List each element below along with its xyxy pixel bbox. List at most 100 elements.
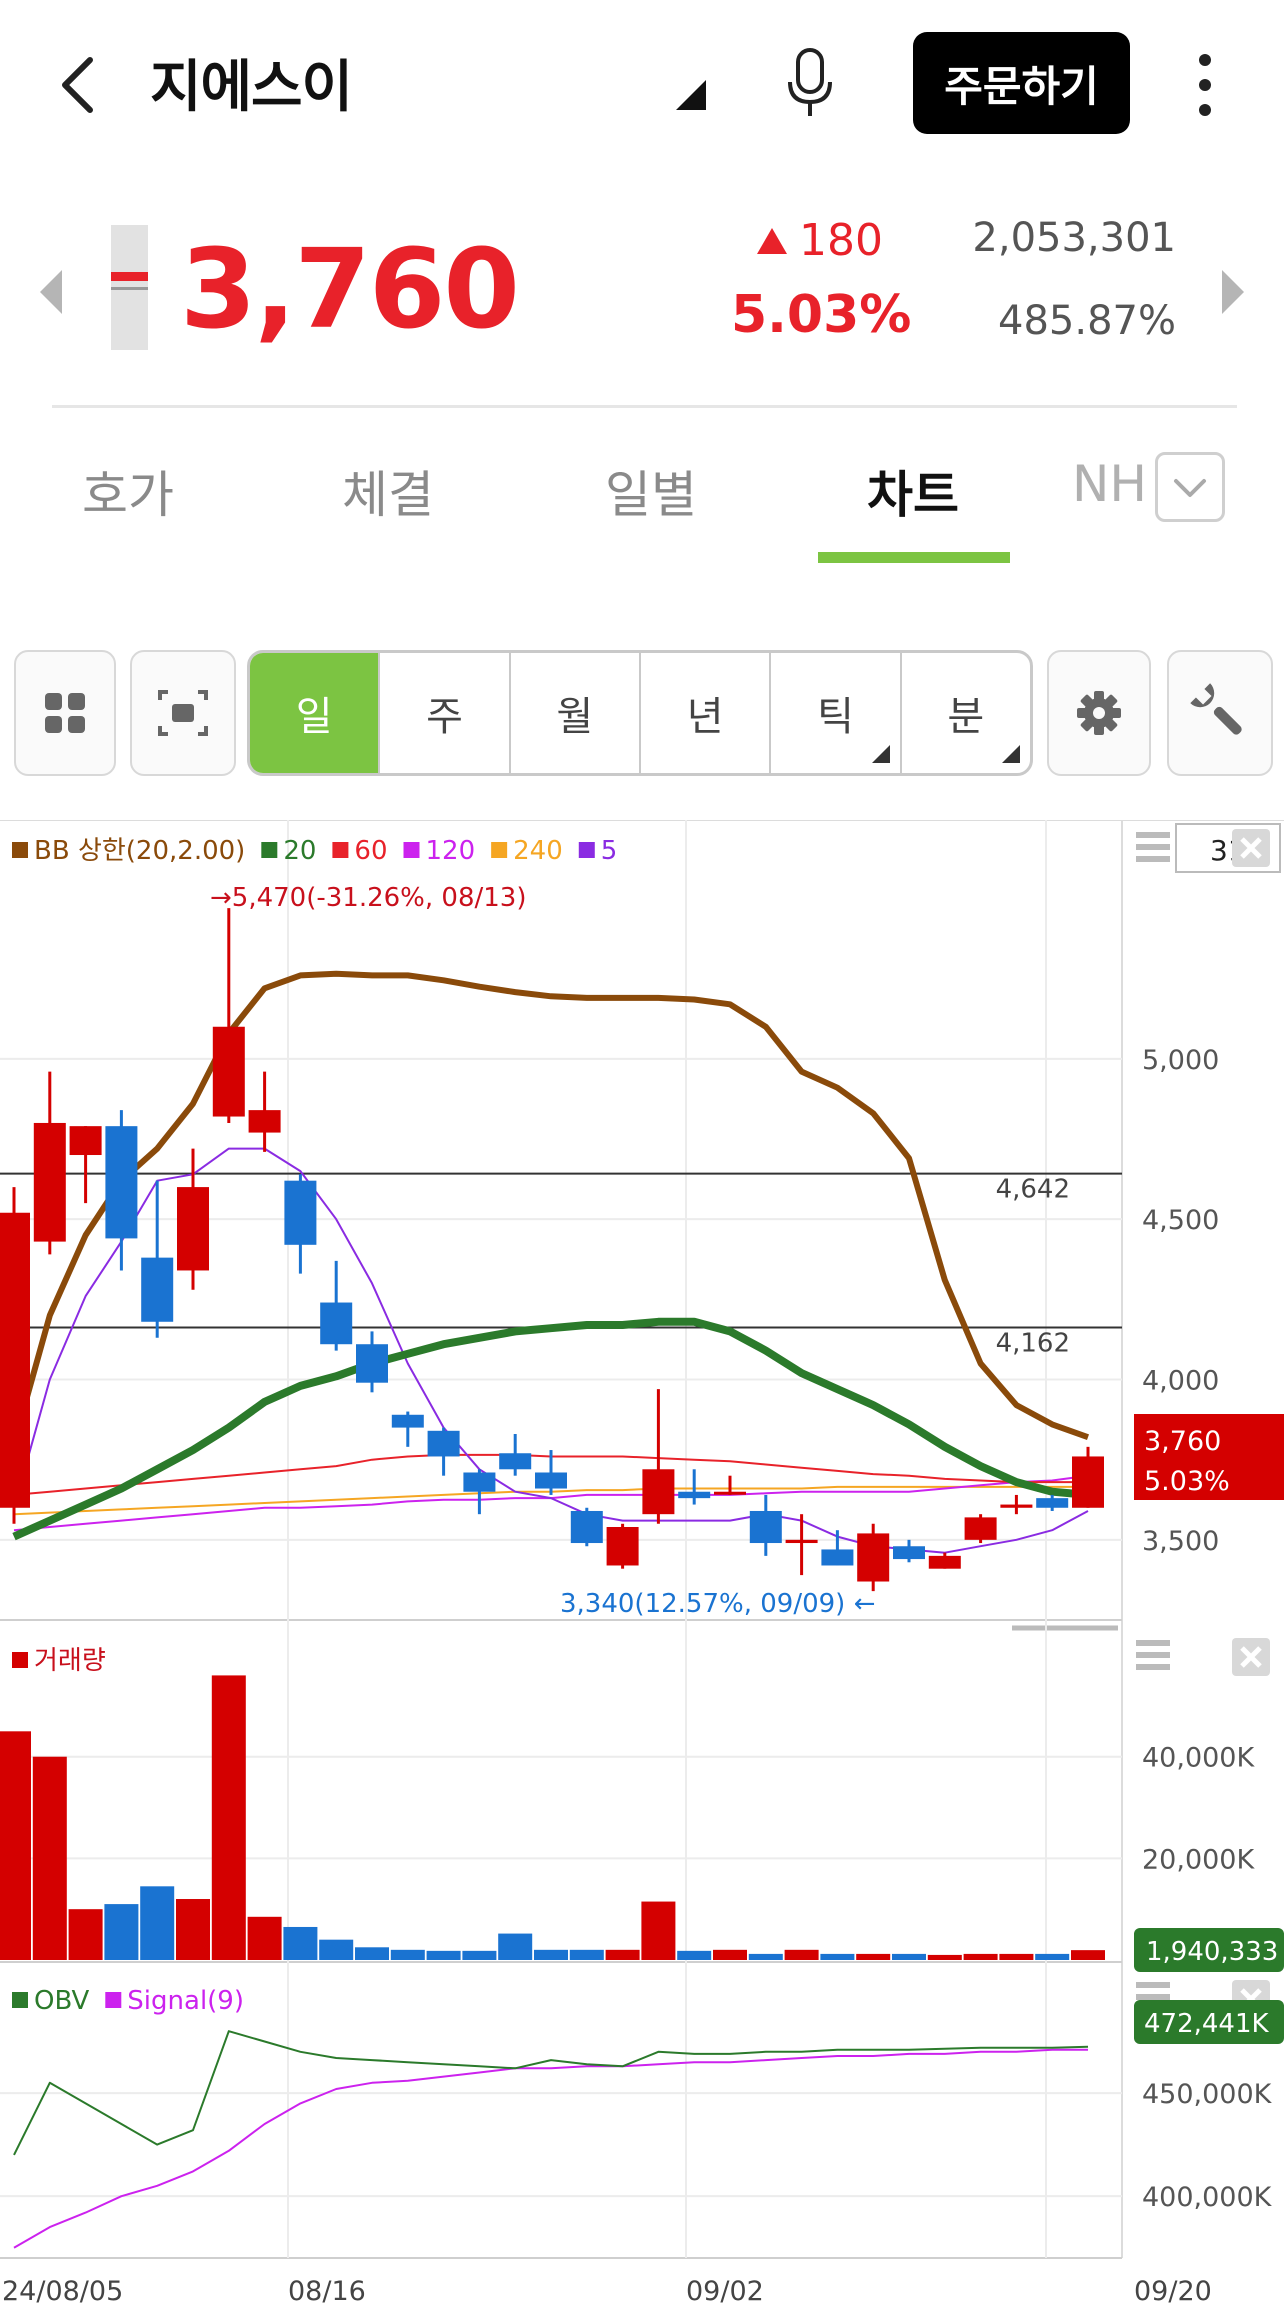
candle-body[interactable] xyxy=(678,1491,711,1499)
volume-bar[interactable] xyxy=(247,1916,282,1960)
panel-menu-icon[interactable] xyxy=(1136,1994,1170,2000)
candle-body[interactable] xyxy=(857,1533,890,1582)
volume-bar[interactable] xyxy=(0,1731,31,1960)
volume-bar[interactable] xyxy=(211,1675,246,1960)
current-price-tag-value: 3,760 xyxy=(1144,1426,1221,1457)
tab-chart[interactable]: 차트 xyxy=(867,455,959,527)
more-options-icon[interactable] xyxy=(1190,50,1220,120)
candle-body[interactable] xyxy=(928,1555,961,1569)
candle-body[interactable] xyxy=(212,1026,245,1117)
volume-bar[interactable] xyxy=(1071,1950,1105,1960)
panel-menu-icon[interactable] xyxy=(1136,1664,1170,1670)
tab-trades[interactable]: 체결 xyxy=(342,455,434,527)
candle-body[interactable] xyxy=(177,1187,209,1271)
candle-body[interactable] xyxy=(356,1344,388,1383)
gear-icon xyxy=(1077,691,1121,735)
tab-expand-button[interactable] xyxy=(1155,452,1225,522)
candle-body[interactable] xyxy=(606,1527,639,1566)
period-tick[interactable]: 틱 xyxy=(771,653,902,773)
candle-body[interactable] xyxy=(105,1126,138,1239)
period-minute[interactable]: 분 xyxy=(902,653,1030,773)
period-day[interactable]: 일 xyxy=(250,653,381,773)
volume-bar[interactable] xyxy=(963,1953,998,1960)
tab-orderbook[interactable]: 호가 xyxy=(82,455,174,527)
candle-body[interactable] xyxy=(785,1539,818,1544)
period-year[interactable]: 년 xyxy=(641,653,772,773)
order-button[interactable]: 주문하기 xyxy=(913,32,1130,134)
stock-name[interactable]: 지에스이 xyxy=(150,42,353,123)
candle-body[interactable] xyxy=(284,1180,317,1245)
candle-body[interactable] xyxy=(1000,1504,1033,1508)
candle-body[interactable] xyxy=(463,1472,496,1492)
candle-body[interactable] xyxy=(570,1510,603,1544)
candle-body[interactable] xyxy=(69,1126,102,1156)
volume-bar[interactable] xyxy=(569,1949,604,1960)
panel-menu-icon[interactable] xyxy=(1136,832,1170,838)
tab-nh[interactable]: NH xyxy=(1072,455,1152,513)
volume-bar[interactable] xyxy=(426,1950,461,1960)
volume-bar[interactable] xyxy=(820,1953,855,1960)
fullscreen-button[interactable] xyxy=(130,650,236,776)
volume-bar[interactable] xyxy=(498,1933,533,1960)
stock-chart[interactable]: 5,000 4,500 4,000 3,500 4,642 4,162 BB 상한(20,2… xyxy=(0,819,1284,2324)
volume-bar[interactable] xyxy=(140,1886,175,1960)
candle-body[interactable] xyxy=(248,1110,281,1133)
volume-bar[interactable] xyxy=(605,1949,640,1960)
candle-body[interactable] xyxy=(964,1517,997,1540)
candle-body[interactable] xyxy=(893,1546,925,1560)
candle-body[interactable] xyxy=(535,1472,567,1489)
panel-menu-icon[interactable] xyxy=(1136,1652,1170,1658)
legend-swatch xyxy=(403,842,420,858)
volume-bar[interactable] xyxy=(390,1949,425,1960)
volume-bar[interactable] xyxy=(999,1953,1034,1960)
candle-body[interactable] xyxy=(33,1122,66,1242)
back-arrow-icon[interactable] xyxy=(50,45,110,125)
candle-body[interactable] xyxy=(499,1453,532,1470)
stock-selector-triangle-icon[interactable] xyxy=(676,80,706,110)
chart-area[interactable]: 5,000 4,500 4,000 3,500 4,642 4,162 BB 상한(20,2… xyxy=(0,819,1284,2324)
panel-menu-icon[interactable] xyxy=(1136,1982,1170,1988)
volume-bar[interactable] xyxy=(32,1756,67,1960)
candle-body[interactable] xyxy=(1072,1456,1104,1508)
volume-bar[interactable] xyxy=(892,1953,926,1960)
volume-bar[interactable] xyxy=(713,1949,747,1960)
microphone-icon[interactable] xyxy=(780,42,840,122)
layout-button[interactable] xyxy=(14,650,116,776)
volume-bar[interactable] xyxy=(748,1953,783,1960)
volume-bar[interactable] xyxy=(677,1950,712,1960)
candle-body[interactable] xyxy=(0,1212,30,1508)
panel-menu-icon[interactable] xyxy=(1136,856,1170,862)
panel-menu-icon[interactable] xyxy=(1136,844,1170,850)
volume-bar[interactable] xyxy=(462,1950,497,1960)
volume-bar[interactable] xyxy=(856,1953,891,1960)
candle-body[interactable] xyxy=(1036,1498,1069,1508)
volume-bar[interactable] xyxy=(1035,1953,1070,1960)
candle-body[interactable] xyxy=(391,1414,424,1428)
panel-menu-icon[interactable] xyxy=(1136,1640,1170,1646)
volume-bar[interactable] xyxy=(104,1904,139,1960)
candle-body[interactable] xyxy=(141,1257,174,1322)
prev-stock-arrow-icon[interactable] xyxy=(40,270,62,314)
volume-bar[interactable] xyxy=(784,1949,819,1960)
volume-bar[interactable] xyxy=(927,1954,962,1960)
high-price-annotation: →5,470(-31.26%, 08/13) xyxy=(210,883,526,913)
settings-button[interactable] xyxy=(1047,650,1151,776)
volume-bar[interactable] xyxy=(534,1949,568,1960)
volume-bar[interactable] xyxy=(283,1926,318,1960)
volume-bar[interactable] xyxy=(68,1909,103,1960)
next-stock-arrow-icon[interactable] xyxy=(1222,270,1244,314)
candle-body[interactable] xyxy=(821,1549,854,1566)
candle-body[interactable] xyxy=(320,1302,353,1345)
candle-body[interactable] xyxy=(714,1491,746,1495)
volume-bar[interactable] xyxy=(176,1899,210,1960)
candle-body[interactable] xyxy=(749,1510,782,1544)
period-month[interactable]: 월 xyxy=(511,653,641,773)
candle-body[interactable] xyxy=(642,1469,675,1515)
volume-bar[interactable] xyxy=(641,1901,676,1960)
tab-daily[interactable]: 일별 xyxy=(605,455,697,527)
volume-bar[interactable] xyxy=(355,1947,389,1960)
candle-body[interactable] xyxy=(427,1430,460,1457)
period-week[interactable]: 주 xyxy=(380,653,511,773)
tools-button[interactable] xyxy=(1167,650,1273,776)
volume-bar[interactable] xyxy=(319,1939,354,1960)
